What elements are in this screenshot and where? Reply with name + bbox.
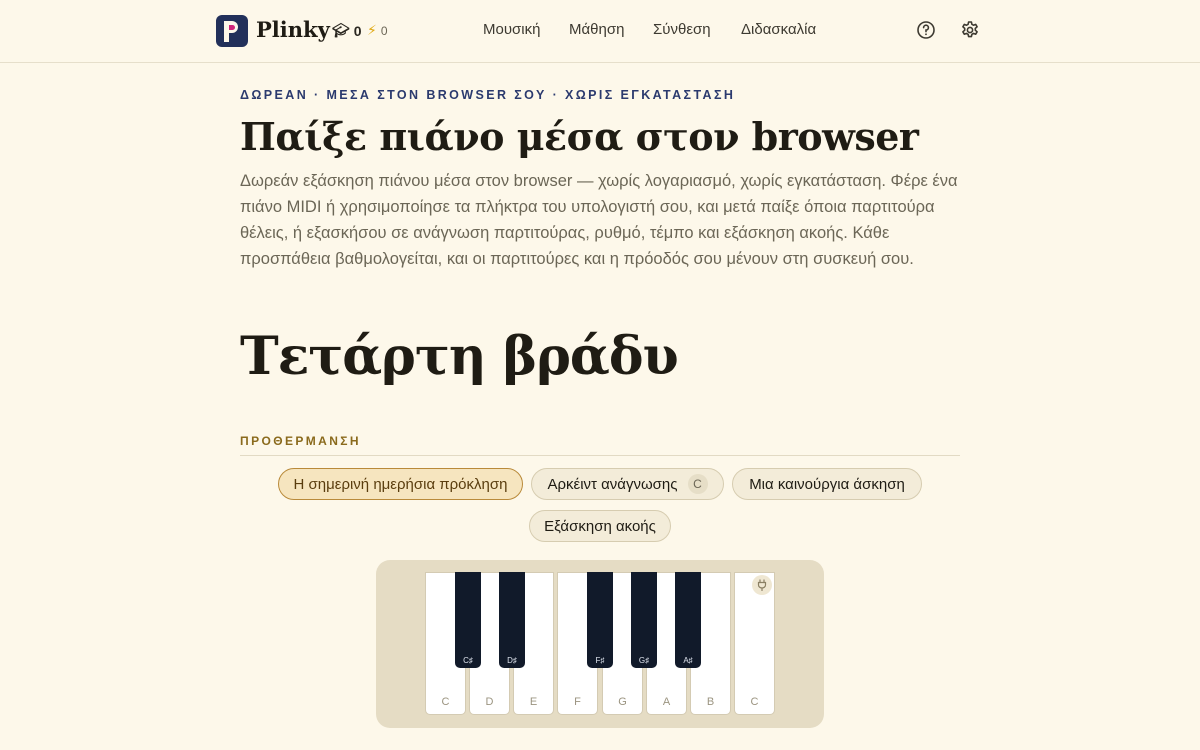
piano-key-a-sharp[interactable]: A♯ <box>675 572 701 668</box>
key-label: D <box>485 696 494 708</box>
warmup-section-label: ΠΡΟΘΕΡΜΑΝΣΗ <box>240 434 361 448</box>
ear-training-button[interactable]: Εξάσκηση ακοής <box>529 510 671 542</box>
hero-description: Δωρεάν εξάσκηση πιάνου μέσα στον browser… <box>240 172 958 268</box>
piano-key-d-sharp[interactable]: D♯ <box>499 572 525 668</box>
key-label: A♯ <box>683 656 693 665</box>
streak-count: 0 <box>353 22 362 39</box>
graduation-cap-icon: 🎓︎ <box>332 22 350 38</box>
greeting-heading: Τετάρτη βράδυ <box>240 326 679 387</box>
piano-key-c-high[interactable]: C <box>734 572 775 715</box>
energy-count: 0 <box>380 23 388 38</box>
energy-counter[interactable]: ⚡︎ 0 <box>367 22 388 39</box>
hero-eyebrow: ΔΩΡΕΑΝ · ΜΕΣΑ ΣΤΟΝ BROWSER ΣΟΥ · ΧΩΡΙΣ Ε… <box>240 88 736 102</box>
chip-label: Εξάσκηση ακοής <box>544 517 656 535</box>
daily-challenge-button[interactable]: Η σημερινή ημερήσια πρόκληση <box>278 468 523 500</box>
piano-key-c-sharp[interactable]: C♯ <box>455 572 481 668</box>
section-divider <box>240 455 960 456</box>
nav-music[interactable]: Μουσική <box>483 21 540 38</box>
lightning-icon: ⚡︎ <box>367 22 377 38</box>
key-label: E <box>529 696 538 708</box>
key-label: A <box>662 696 671 708</box>
piano-key-g-sharp[interactable]: G♯ <box>631 572 657 668</box>
new-exercise-button[interactable]: Μια καινούργια άσκηση <box>732 468 922 500</box>
chip-label: Αρκέιντ ανάγνωσης <box>547 475 678 493</box>
streak-counter[interactable]: 🎓︎ 0 <box>332 22 362 39</box>
key-label: G <box>618 696 627 708</box>
key-label: G♯ <box>638 656 650 665</box>
shortcut-badge: C <box>687 474 708 494</box>
piano-key-f-sharp[interactable]: F♯ <box>587 572 613 668</box>
reading-arcade-button[interactable]: Αρκέιντ ανάγνωσης C <box>531 468 724 500</box>
key-label: C♯ <box>463 656 473 665</box>
help-circle-icon[interactable] <box>916 20 936 40</box>
gear-icon[interactable] <box>960 20 980 40</box>
page-title: Παίξε πιάνο μέσα στον browser <box>240 114 919 159</box>
midi-plug-icon[interactable] <box>752 575 772 595</box>
plinky-logo-icon[interactable] <box>216 15 248 47</box>
key-label: C <box>441 696 450 708</box>
key-label: C <box>750 696 759 708</box>
chip-label: Μια καινούργια άσκηση <box>749 475 905 493</box>
nav-teaching[interactable]: Διδασκαλία <box>741 21 816 38</box>
key-label: B <box>706 696 715 708</box>
chip-label: Η σημερινή ημερήσια πρόκληση <box>293 475 508 493</box>
key-label: F♯ <box>595 656 605 665</box>
nav-composition[interactable]: Σύνθεση <box>653 21 711 38</box>
key-label: F <box>574 696 581 708</box>
brand-name[interactable]: Plinky <box>256 17 330 42</box>
nav-learning[interactable]: Μάθηση <box>569 21 624 38</box>
plug-icon <box>757 579 767 591</box>
key-label: D♯ <box>507 656 517 665</box>
top-bar: Plinky 🎓︎ 0 ⚡︎ 0 Μουσική Μάθηση Σύνθεση … <box>0 0 1200 63</box>
